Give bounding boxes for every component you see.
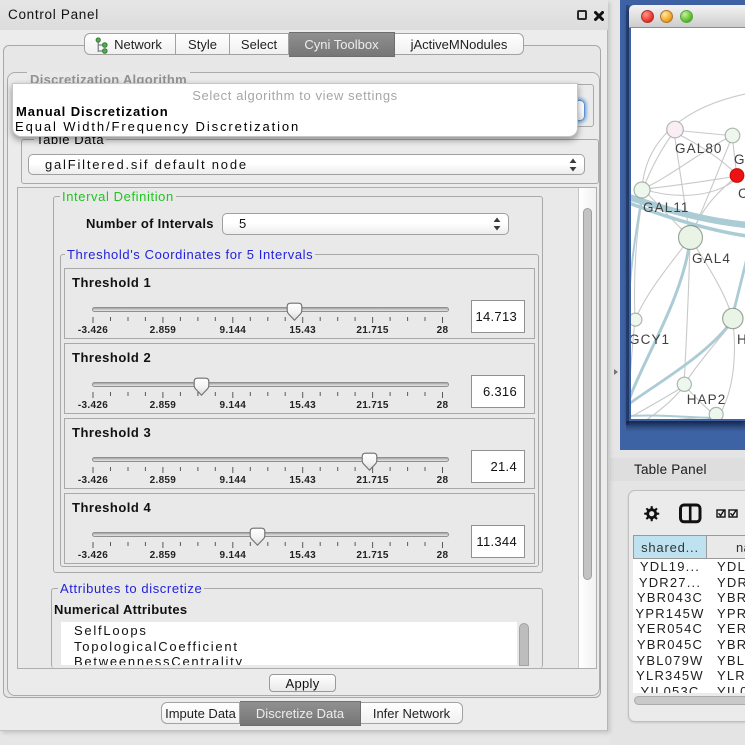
svg-text:GAL11: GAL11 xyxy=(643,200,690,215)
svg-text:HAP2: HAP2 xyxy=(687,392,727,407)
svg-text:G.: G. xyxy=(734,152,745,167)
svg-text:GAL4: GAL4 xyxy=(692,251,731,266)
svg-text:GAL80: GAL80 xyxy=(675,141,723,156)
svg-text:C: C xyxy=(738,186,745,201)
svg-text:GCY1: GCY1 xyxy=(631,332,670,347)
svg-text:H: H xyxy=(737,332,745,347)
